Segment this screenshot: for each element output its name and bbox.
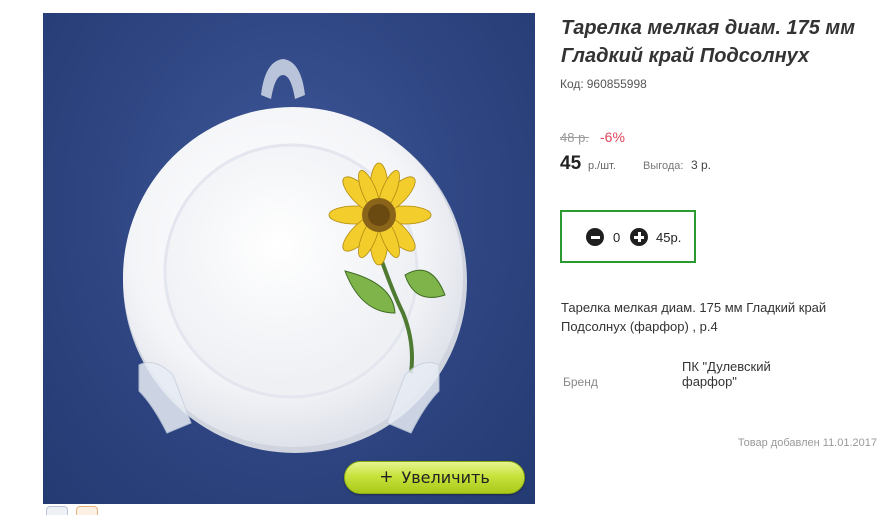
old-price: 48 р.	[560, 130, 589, 145]
plus-circle-icon[interactable]	[630, 228, 648, 246]
vk-icon[interactable]	[46, 506, 68, 515]
product-code-label: Код:	[560, 77, 584, 91]
brand-link[interactable]: ПК "Дулевский фарфор"	[682, 359, 792, 389]
current-price: 45	[560, 153, 582, 174]
price-unit: р./шт.	[588, 160, 616, 172]
minus-circle-icon[interactable]	[586, 228, 604, 246]
brand-label: Бренд	[563, 375, 598, 389]
discount-badge: -6%	[600, 129, 625, 145]
zoom-button[interactable]: + Увеличить	[344, 461, 525, 494]
benefit-value: 3 р.	[691, 158, 712, 172]
benefit-label: Выгода:	[643, 160, 684, 172]
product-title: Тарелка мелкая диам. 175 мм Гладкий край…	[561, 17, 855, 67]
date-added: Товар добавлен 11.01.2017	[737, 437, 877, 449]
quantity-stepper: 0 45р.	[560, 210, 696, 263]
cart-total: 45р.	[656, 230, 682, 245]
product-image[interactable]	[43, 13, 535, 504]
plus-icon: +	[379, 467, 394, 487]
social-share	[46, 506, 98, 515]
product-code: Код: 960855998	[560, 77, 647, 91]
quantity-value: 0	[613, 230, 621, 245]
plate-photo	[123, 59, 467, 453]
product-description: Тарелка мелкая диам. 175 мм Гладкий край…	[561, 300, 827, 334]
odnoklassniki-icon[interactable]	[76, 506, 98, 515]
zoom-button-label: Увеличить	[401, 468, 490, 487]
product-code-value: 960855998	[586, 77, 647, 91]
